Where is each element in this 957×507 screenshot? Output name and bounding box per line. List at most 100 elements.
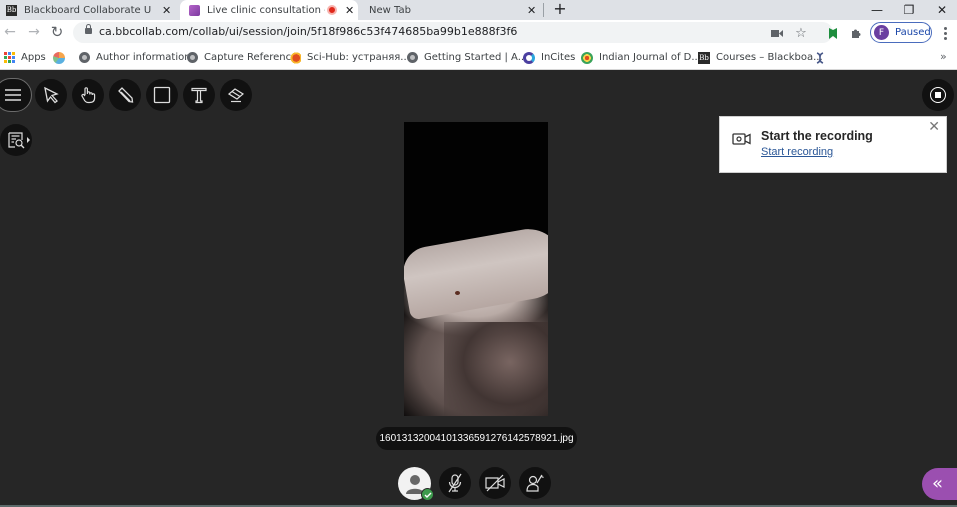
camera-in-use-icon[interactable] <box>770 26 784 40</box>
new-tab-button[interactable]: + <box>552 0 568 20</box>
lesion-spot <box>455 291 460 295</box>
mic-off-icon <box>448 473 462 493</box>
lock-icon <box>85 24 92 34</box>
back-button[interactable]: ← <box>0 22 20 42</box>
dna-icon <box>814 51 826 64</box>
restore-button[interactable]: ❐ <box>894 0 924 20</box>
bookmark-label: Courses – Blackboa... <box>716 52 823 63</box>
tab-new-tab[interactable]: New Tab ✕ <box>369 0 539 20</box>
bookmark-getting-started[interactable]: Getting Started | A... <box>406 50 527 65</box>
reload-button[interactable]: ↻ <box>47 22 67 42</box>
hand-icon <box>81 87 96 104</box>
scihub-icon <box>289 51 301 64</box>
bookmark-indian-journal[interactable]: Indian Journal of D... <box>581 50 701 65</box>
close-tab-icon[interactable]: ✕ <box>162 4 171 17</box>
pointer-arrow-icon <box>44 86 59 104</box>
start-recording-link[interactable]: Start recording <box>761 146 833 158</box>
bookmark-capture-reference[interactable]: Capture Reference <box>186 50 297 65</box>
bookmark-author-information[interactable]: Author information <box>78 50 191 65</box>
bookmark-courses-blackboard[interactable]: Bb Courses – Blackboa... <box>698 50 823 65</box>
shape-tool-button[interactable] <box>146 79 178 111</box>
video-camera-icon <box>732 130 751 149</box>
tab-separator <box>543 3 544 17</box>
browser-toolbar: ← → ↻ ca.bbcollab.com/collab/ui/session/… <box>0 20 957 45</box>
eraser-tool-button[interactable] <box>220 79 252 111</box>
text-tool-button[interactable] <box>183 79 215 111</box>
bookmark-label: Getting Started | A... <box>424 52 528 63</box>
url-text[interactable]: ca.bbcollab.com/collab/ui/session/join/5… <box>99 25 517 38</box>
bookmark-label: Apps <box>21 52 46 63</box>
document-search-icon <box>8 132 25 149</box>
incites-icon <box>523 51 535 64</box>
forward-button[interactable]: → <box>24 22 44 42</box>
close-tab-icon[interactable]: ✕ <box>345 4 354 17</box>
bookmark-label: InCites <box>541 52 576 63</box>
expand-arrow-icon <box>27 137 30 143</box>
tab-blackboard[interactable]: Bb Blackboard Collaborate Ultra – D ✕ <box>6 0 176 20</box>
close-tab-icon[interactable]: ✕ <box>527 4 536 17</box>
close-toast-icon[interactable]: ✕ <box>928 119 940 135</box>
eraser-icon <box>227 88 245 103</box>
arrow-right-icon: → <box>28 24 40 40</box>
collaborate-icon <box>189 4 200 16</box>
microphone-button[interactable] <box>439 467 471 499</box>
apps-grid-icon <box>3 52 15 64</box>
shared-image <box>404 122 548 416</box>
raise-hand-button[interactable] <box>519 467 551 499</box>
tab-title: Live clinic consultation - Bb C <box>207 4 325 16</box>
camera-button[interactable] <box>479 467 511 499</box>
minimize-button[interactable]: — <box>862 0 892 20</box>
shared-file-name: 16013132004101336591276142578921.jpg <box>376 427 577 450</box>
bookmark-label: Author information <box>96 52 191 63</box>
profile-status: Paused <box>895 27 931 38</box>
blackboard-icon: Bb <box>6 4 17 16</box>
bookmarks-overflow-button[interactable]: » <box>940 50 947 63</box>
open-collaborate-panel-button[interactable]: « <box>922 468 957 500</box>
colorful-circle-icon <box>53 51 65 64</box>
bookmark-star-icon[interactable]: ☆ <box>794 26 808 41</box>
recording-button[interactable] <box>922 79 954 111</box>
bookmark-scihub[interactable]: Sci-Hub: устраняя... <box>289 50 410 65</box>
arrow-left-icon: ← <box>4 24 16 40</box>
bookmark-label: Capture Reference <box>204 52 298 63</box>
tab-title: New Tab <box>369 4 411 16</box>
bookmark-dna[interactable] <box>814 50 832 65</box>
hamburger-icon <box>5 89 21 101</box>
recording-indicator-icon <box>327 5 337 15</box>
profile-button[interactable]: F Paused <box>870 22 932 43</box>
browser-tab-bar: Bb Blackboard Collaborate Ultra – D ✕ Li… <box>0 0 957 20</box>
globe-icon <box>186 52 198 64</box>
bookmark-label: Indian Journal of D... <box>599 52 701 63</box>
bookmark-colorful[interactable] <box>53 50 71 65</box>
recording-toast: Start the recording Start recording ✕ <box>719 116 947 173</box>
select-tool-button[interactable] <box>35 79 67 111</box>
toast-title: Start the recording <box>761 129 873 143</box>
close-window-button[interactable]: ✕ <box>927 0 957 20</box>
extension-green-icon[interactable] <box>826 26 840 40</box>
globe-icon <box>78 52 90 64</box>
profile-avatar: F <box>874 25 889 40</box>
browser-menu-button[interactable] <box>939 24 951 42</box>
extensions-puzzle-icon[interactable] <box>849 26 863 40</box>
tab-live-clinic[interactable]: Live clinic consultation - Bb C ✕ <box>180 0 358 20</box>
address-bar[interactable]: ca.bbcollab.com/collab/ui/session/join/5… <box>73 22 833 43</box>
bookmark-label: Sci-Hub: устраняя... <box>307 52 410 63</box>
globe-icon <box>406 52 418 64</box>
pan-tool-button[interactable] <box>72 79 104 111</box>
double-chevron-left-icon: « <box>932 473 944 494</box>
journal-icon <box>581 51 593 64</box>
raise-hand-icon <box>526 474 544 492</box>
pencil-icon <box>118 87 134 103</box>
pencil-tool-button[interactable] <box>109 79 141 111</box>
tab-title: Blackboard Collaborate Ultra – D <box>24 4 152 16</box>
bookmark-apps[interactable]: Apps <box>3 50 46 65</box>
bookmark-incites[interactable]: InCites <box>523 50 575 65</box>
bookmarks-bar: Apps Author information Capture Referenc… <box>0 45 957 70</box>
stop-record-icon <box>930 87 946 103</box>
text-icon <box>191 87 207 104</box>
reload-icon: ↻ <box>50 23 64 41</box>
status-check-icon <box>421 488 434 501</box>
camera-off-icon <box>485 474 505 492</box>
rectangle-icon <box>153 86 171 104</box>
blackboard-icon: Bb <box>698 51 710 64</box>
